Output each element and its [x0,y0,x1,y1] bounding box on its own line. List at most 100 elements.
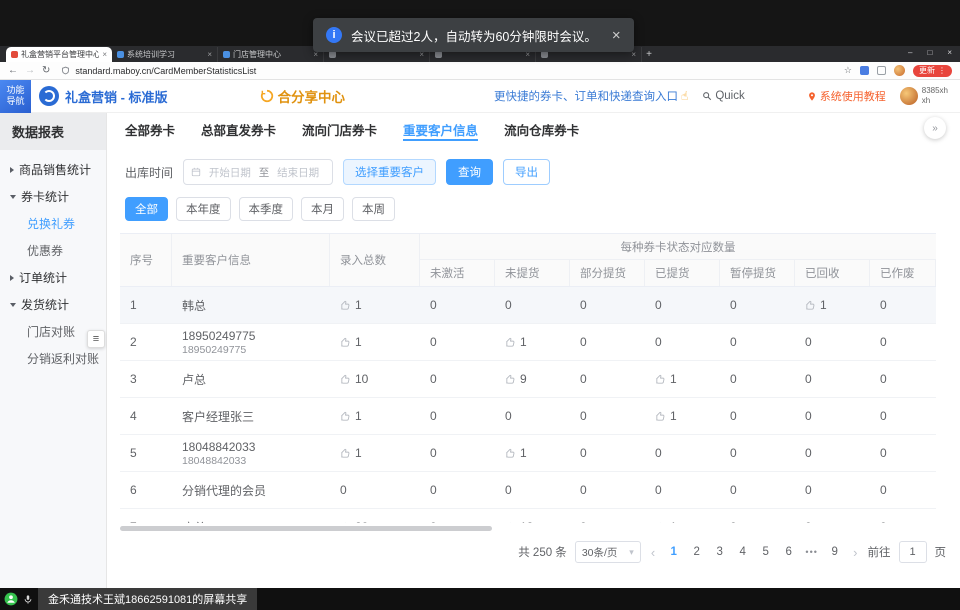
status-count-cell: 1 [495,335,570,349]
content-tab[interactable]: 重要客户信息 [403,113,478,145]
tab-close-icon[interactable]: × [207,50,212,59]
status-count-cell: 0 [570,335,645,349]
status-count-cell: 0 [720,335,795,349]
count-value: 0 [580,520,587,523]
browser-profile-avatar[interactable] [894,65,905,76]
count-detail-icon[interactable] [655,411,666,422]
window-close-icon[interactable]: × [947,48,952,57]
quick-filter-chip[interactable]: 本周 [352,197,395,221]
sidebar-collapse-handle[interactable]: ≡ [87,330,105,348]
count-detail-icon[interactable] [505,374,516,385]
date-range-picker[interactable]: 开始日期 至 结束日期 [183,159,333,185]
page-number[interactable]: 6 [780,546,797,558]
customer-cell: 韩总 [172,297,330,314]
count-detail-icon[interactable] [805,300,816,311]
page-ellipsis[interactable]: ••• [803,547,820,557]
page-number[interactable]: 5 [757,546,774,558]
count-detail-icon[interactable] [340,411,351,422]
tab-close-icon[interactable]: × [102,50,107,59]
share-center-link[interactable]: 合分享中心 [260,86,346,106]
browser-tab[interactable]: 礼盒营销平台管理中心× [6,47,112,62]
sidebar-item[interactable]: 发货统计 [0,291,106,318]
content-tab[interactable]: 流向仓库券卡 [504,113,579,145]
sidebar-item[interactable]: 券卡统计 [0,183,106,210]
extension-icon[interactable] [860,66,869,75]
sidebar-item[interactable]: 订单统计 [0,264,106,291]
prev-page-icon[interactable]: ‹ [649,545,657,560]
count-detail-icon[interactable] [340,337,351,348]
count-detail-icon[interactable] [505,522,516,524]
page-number[interactable]: 2 [688,546,705,558]
goto-label: 前往 [868,544,891,560]
bookmark-star-icon[interactable]: ☆ [844,65,852,76]
extensions-puzzle-icon[interactable] [877,66,886,75]
quick-entry-tip[interactable]: 更快捷的券卡、订单和快递查询入口 [494,88,678,104]
back-icon[interactable]: ← [8,66,18,76]
new-tab-button[interactable]: + [642,47,656,61]
count-detail-icon[interactable] [340,300,351,311]
status-column-header: 已作废 [870,260,936,286]
quick-filter-chip[interactable]: 全部 [125,197,168,221]
page-number[interactable]: 3 [711,546,728,558]
kebab-menu-icon[interactable]: ⋮ [938,66,946,75]
chevron-double-right-icon[interactable]: » [924,117,946,139]
search-button[interactable]: 查询 [446,159,493,185]
sidebar-item[interactable]: 兑换礼券 [0,210,106,237]
sidebar-item[interactable]: 商品销售统计 [0,156,106,183]
status-count-cell: 0 [720,298,795,312]
page-number[interactable]: 1 [665,546,682,558]
toast-message: 会议已超过2人，自动转为60分钟限时会议。 [351,26,597,45]
tutorial-link[interactable]: 系统使用教程 [807,88,886,104]
next-page-icon[interactable]: › [851,545,859,560]
count-detail-icon[interactable] [505,448,516,459]
toast-close-icon[interactable]: × [612,28,621,43]
sidebar-item-label: 优惠券 [27,242,63,259]
user-avatar[interactable] [900,87,918,105]
count-detail-icon[interactable] [340,374,351,385]
sidebar-item[interactable]: 优惠券 [0,237,106,264]
status-count-cell: 0 [645,446,720,460]
quick-filter-chip[interactable]: 本季度 [239,197,294,221]
reload-icon[interactable]: ↻ [42,66,50,76]
count-detail-icon[interactable] [340,448,351,459]
maximize-icon[interactable]: □ [927,48,932,57]
table-row: 2189502497751895024977510100000 [120,324,936,361]
count-detail-icon[interactable] [505,337,516,348]
url-box[interactable]: standard.maboy.cn/CardMemberStatisticsLi… [61,66,256,76]
page-number[interactable]: 9 [826,546,843,558]
browser-tab[interactable]: 系统培训学习× [112,47,218,62]
minimize-icon[interactable]: – [908,48,912,57]
quick-filter-chip[interactable]: 本年度 [176,197,231,221]
content-tab[interactable]: 流向门店券卡 [302,113,377,145]
quick-search-button[interactable]: Quick [702,90,744,102]
select-customer-button[interactable]: 选择重要客户 [343,159,436,185]
status-count-cell: 0 [570,372,645,386]
mic-icon[interactable] [23,593,33,606]
date-end-placeholder[interactable]: 结束日期 [271,165,325,180]
quick-filter-chip[interactable]: 本月 [301,197,344,221]
export-button[interactable]: 导出 [503,159,550,185]
browser-update-button[interactable]: 更新 ⋮ [913,65,952,77]
status-count-cell: 0 [795,520,870,523]
content-tab[interactable]: 总部直发券卡 [201,113,276,145]
count-detail-icon[interactable] [340,522,351,524]
browser-tab[interactable]: 门店管理中心× [218,47,324,62]
count-detail-icon[interactable] [655,522,666,524]
date-start-placeholder[interactable]: 开始日期 [203,165,257,180]
forward-icon[interactable]: → [25,66,35,76]
page-number[interactable]: 4 [734,546,751,558]
count-detail-icon[interactable] [655,374,666,385]
table-row: 6分销代理的会员00000000 [120,472,936,509]
table-header: 序号 重要客户信息 录入总数 每种券卡状态对应数量 未激活未提货部分提货已提货暂… [120,234,936,287]
horizontal-scrollbar[interactable] [120,526,492,531]
nav-menu-button[interactable]: 功能导航 [0,80,31,113]
content-tab[interactable]: 全部券卡 [125,113,175,145]
sidebar-item[interactable]: 分销返利对账 [0,345,106,372]
goto-page-input[interactable] [899,541,927,563]
app-page: 功能导航 礼盒营销 - 标准版 合分享中心 更快捷的券卡、订单和快递查询入口 ☝… [0,80,960,588]
page-size-select[interactable]: 30条/页 ▾ [575,541,641,563]
url-text[interactable]: standard.maboy.cn/CardMemberStatisticsLi… [75,66,256,76]
count-value: 0 [730,298,737,312]
status-count-cell: 0 [795,483,870,497]
sidebar-item-label: 发货统计 [21,296,69,313]
